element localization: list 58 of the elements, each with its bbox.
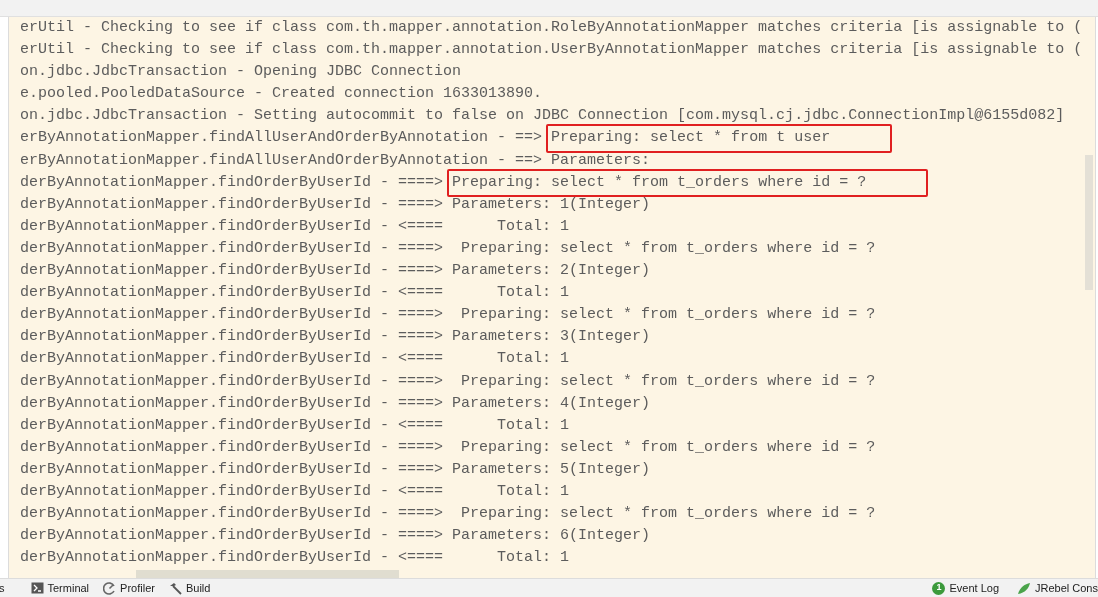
log-text: Parameters: 6(Integer): [451, 526, 652, 547]
log-text: Total: 1: [496, 283, 571, 304]
log-text: derByAnnotationMapper.findOrderByUserId - ====>: [20, 437, 445, 458]
log-text: derByAnnotationMapper.findOrderByUserId - <====: [20, 481, 445, 502]
tool-tab[interactable]: s: [0, 579, 5, 597]
log-text: Total: 1: [496, 415, 571, 436]
log-text: derByAnnotationMapper.findOrderByUserId - ====>: [20, 459, 445, 480]
log-text: derByAnnotationMapper.findOrderByUserId - ====>: [20, 305, 445, 326]
highlighted-log-text: Preparing: select * from t_orders where id = ?: [447, 168, 929, 197]
log-text: e.pooled.PooledDataSource - Created connection 1633013890.: [20, 84, 543, 105]
log-text: Total: 1: [496, 548, 571, 569]
profiler-tab[interactable]: Profiler: [103, 579, 155, 597]
log-text: derByAnnotationMapper.findOrderByUserId - <====: [20, 216, 445, 237]
terminal-icon: [30, 582, 44, 594]
log-text: on.jdbc.JdbcTransaction - Opening JDBC Connection: [20, 62, 462, 83]
log-text: derByAnnotationMapper.findOrderByUserId - ====>: [20, 194, 445, 215]
log-text: Preparing: select * from t_orders where id = ?: [460, 437, 877, 458]
log-text: derByAnnotationMapper.findOrderByUserId - ====>: [20, 261, 445, 282]
log-text: derByAnnotationMapper.findOrderByUserId - ====>: [20, 526, 445, 547]
log-text: Total: 1: [496, 216, 571, 237]
hammer-icon: [168, 581, 182, 595]
log-text: Total: 1: [496, 349, 571, 370]
jrebel-console-tab[interactable]: JRebel Cons: [1017, 579, 1098, 597]
log-text: derByAnnotationMapper.findOrderByUserId - ====>: [20, 327, 445, 348]
log-text: Parameters:: [550, 150, 652, 171]
log-text: Preparing: select * from t_orders where id = ?: [460, 238, 877, 259]
log-text: derByAnnotationMapper.findOrderByUserId - <====: [20, 283, 445, 304]
log-text: Preparing: select * from t_orders where id = ?: [460, 504, 877, 525]
terminal-tab[interactable]: Terminal: [30, 579, 90, 597]
log-text: Parameters: 5(Integer): [451, 459, 652, 480]
log-text: Total: 1: [496, 481, 571, 502]
log-text: Parameters: 2(Integer): [451, 261, 652, 282]
log-text: derByAnnotationMapper.findOrderByUserId - ====>: [20, 504, 445, 525]
log-text: derByAnnotationMapper.findOrderByUserId - ====>: [20, 172, 445, 193]
log-text: on.jdbc.JdbcTransaction - Setting autocommit to false on JDBC Connection [com.mysql.cj.jdbc.ConnectionImpl@6155d082]: [20, 106, 1065, 127]
log-text: Preparing: select * from t_orders where id = ?: [460, 371, 877, 392]
log-text: erUtil - Checking to see if class com.th.mapper.annotation.RoleByAnnotationMapper matches criteria [is assignable to (: [20, 18, 1083, 38]
log-text: erUtil - Checking to see if class com.th.mapper.annotation.UserByAnnotationMapper matches criteria [is assignable to (: [20, 40, 1083, 61]
log-text: derByAnnotationMapper.findOrderByUserId - ====>: [20, 238, 445, 259]
log-text: Parameters: 1(Integer): [451, 194, 652, 215]
log-text: derByAnnotationMapper.findOrderByUserId - <====: [20, 548, 445, 569]
build-tab[interactable]: Build: [168, 579, 211, 597]
log-text: erByAnnotationMapper.findAllUserAndOrderByAnnotation - ==>: [20, 128, 544, 149]
log-text: derByAnnotationMapper.findOrderByUserId - ====>: [20, 393, 445, 414]
log-text: Preparing: select * from t_orders where id = ?: [460, 305, 877, 326]
count-badge: 1: [932, 581, 946, 595]
horizontal-scrollbar[interactable]: [136, 570, 399, 578]
highlighted-log-text: Preparing: select * from t user: [546, 124, 893, 153]
log-text: derByAnnotationMapper.findOrderByUserId - ====>: [20, 371, 445, 392]
log-text: Parameters: 4(Integer): [451, 393, 652, 414]
log-text: erByAnnotationMapper.findAllUserAndOrderByAnnotation - ==>: [20, 150, 544, 171]
gauge-icon: [103, 581, 117, 595]
log-text: Parameters: 3(Integer): [451, 327, 652, 348]
log-text: derByAnnotationMapper.findOrderByUserId - <====: [20, 415, 445, 436]
log-text: derByAnnotationMapper.findOrderByUserId - <====: [20, 349, 445, 370]
leaf-icon: [1017, 581, 1031, 595]
vertical-scrollbar[interactable]: [1085, 155, 1093, 290]
event-log-tab[interactable]: 1 Event Log: [932, 579, 999, 597]
